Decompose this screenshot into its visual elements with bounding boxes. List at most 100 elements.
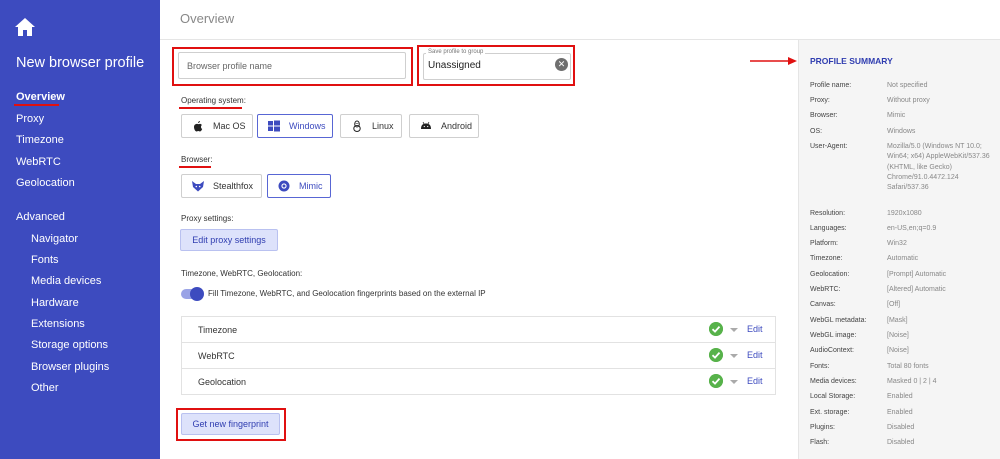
overview-highlight-underline [14,104,59,106]
summary-key-fonts: Fonts: [810,363,830,370]
sidebar-item-geolocation[interactable]: Geolocation [16,177,75,189]
edit-webrtc-link[interactable]: Edit [747,350,763,360]
timezone-webrtc-geolocation-label: Timezone, WebRTC, Geolocation: [181,269,303,278]
sidebar-item-media-devices[interactable]: Media devices [31,275,101,287]
summary-value-webrtc: [Altered] Automatic [887,286,946,293]
profile-name-input[interactable]: Browser profile name [178,52,406,79]
edit-timezone-link[interactable]: Edit [747,324,763,334]
browser-option-stealthfox-label: Stealthfox [213,181,254,191]
ip-fingerprint-toggle[interactable] [181,287,204,301]
home-icon[interactable] [15,18,35,36]
chevron-down-icon[interactable] [730,380,738,384]
sidebar-item-extensions[interactable]: Extensions [31,318,85,330]
summary-title: PROFILE SUMMARY [810,56,893,66]
profile-form: Browser profile name Save profile to gro… [160,40,798,459]
android-icon [421,121,431,129]
sidebar-item-fonts[interactable]: Fonts [31,254,59,266]
summary-key-webgl-metadata: WebGL metadata: [810,317,867,324]
proxy-label: Proxy settings: [181,214,234,223]
summary-key-plugins: Plugins: [810,424,835,431]
summary-value-os: Windows [887,128,916,135]
summary-value-geolocation: [Prompt] Automatic [887,271,947,278]
windows-icon [268,120,280,132]
summary-key-proxy: Proxy: [810,97,830,104]
chevron-down-icon[interactable] [730,328,738,332]
sidebar-item-timezone[interactable]: Timezone [16,134,64,146]
summary-key-languages: Languages: [810,225,847,232]
sidebar-item-other[interactable]: Other [31,382,59,394]
os-option-macos[interactable]: Mac OS [181,114,253,138]
check-icon [709,322,723,336]
summary-key-ext-storage: Ext. storage: [810,409,850,416]
edit-proxy-button[interactable]: Edit proxy settings [180,229,278,251]
summary-value-fonts: Total 80 fonts [887,363,929,370]
os-option-linux[interactable]: Linux [340,114,402,138]
clear-icon[interactable]: ✕ [555,58,568,71]
toggle-knob [190,287,204,301]
os-option-windows[interactable]: Windows [257,114,333,138]
group-legend: Save profile to group [426,49,486,55]
summary-key-timezone: Timezone: [810,255,843,262]
table-row-webrtc: WebRTC Edit [182,343,775,369]
os-label: Operating system: [181,96,246,105]
row-name-webrtc: WebRTC [198,351,235,361]
browser-label-underline [179,166,211,168]
summary-key-platform: Platform: [810,240,839,247]
sidebar-item-webrtc[interactable]: WebRTC [16,156,61,168]
apple-icon [194,121,203,132]
top-bar: Overview [160,0,1000,40]
summary-value-webgl-metadata: [Mask] [887,317,908,324]
summary-key-audiocontext: AudioContext: [810,347,854,354]
check-icon [709,374,723,388]
sidebar-item-overview[interactable]: Overview [16,91,65,103]
sidebar-item-proxy[interactable]: Proxy [16,113,44,125]
os-option-windows-label: Windows [289,121,326,131]
sidebar-item-advanced[interactable]: Advanced [16,211,65,223]
annotation-arrow-icon [750,57,797,65]
os-option-android[interactable]: Android [409,114,479,138]
profile-name-placeholder: Browser profile name [187,60,273,71]
browser-option-mimic[interactable]: Mimic [267,174,331,198]
summary-value-flash: Disabled [887,439,915,446]
summary-key-geolocation: Geolocation: [810,271,850,278]
browser-option-stealthfox[interactable]: Stealthfox [181,174,262,198]
summary-value-webgl-image: [Noise] [887,332,909,339]
summary-key-profile-name: Profile name: [810,82,852,89]
summary-value-browser: Mimic [887,112,906,119]
check-icon [709,348,723,362]
summary-value-plugins: Disabled [887,424,915,431]
summary-key-canvas: Canvas: [810,301,836,308]
os-option-linux-label: Linux [372,121,394,131]
group-value: Unassigned [428,60,481,71]
table-row-timezone: Timezone Edit [182,317,775,343]
summary-key-user-agent: User-Agent: [810,143,848,150]
summary-key-local-storage: Local Storage: [810,393,856,400]
edit-geolocation-link[interactable]: Edit [747,376,763,386]
row-name-timezone: Timezone [198,325,238,335]
get-new-fingerprint-button[interactable]: Get new fingerprint [181,413,280,435]
sidebar-item-hardware[interactable]: Hardware [31,297,79,309]
profile-summary-panel: PROFILE SUMMARY Profile name: Not specifi… [798,40,1000,459]
os-option-macos-label: Mac OS [213,121,246,131]
sidebar-item-browser-plugins[interactable]: Browser plugins [31,361,109,373]
sidebar-item-storage-options[interactable]: Storage options [31,339,108,351]
page-title: Overview [180,11,235,26]
summary-value-resolution: 1920x1080 [887,210,922,217]
stealthfox-icon [192,181,204,192]
summary-value-platform: Win32 [887,240,907,247]
browser-label: Browser: [181,155,213,164]
chevron-down-icon[interactable] [730,354,738,358]
summary-value-media-devices: Masked 0 | 2 | 4 [887,378,937,385]
linux-icon [353,120,361,132]
sidebar-item-navigator[interactable]: Navigator [31,233,78,245]
summary-value-audiocontext: [Noise] [887,347,909,354]
mimic-icon [278,180,290,192]
summary-key-webgl-image: WebGL image: [810,332,857,339]
browser-option-mimic-label: Mimic [299,181,323,191]
summary-value-user-agent: Mozilla/5.0 (Windows NT 10.0; Win64; x64… [887,143,990,192]
table-row-geolocation: Geolocation Edit [182,369,775,395]
summary-value-languages: en-US,en;q=0.9 [887,225,937,232]
summary-value-profile-name: Not specified [887,82,928,89]
summary-key-resolution: Resolution: [810,210,846,217]
sidebar-title: New browser profile [16,55,145,71]
